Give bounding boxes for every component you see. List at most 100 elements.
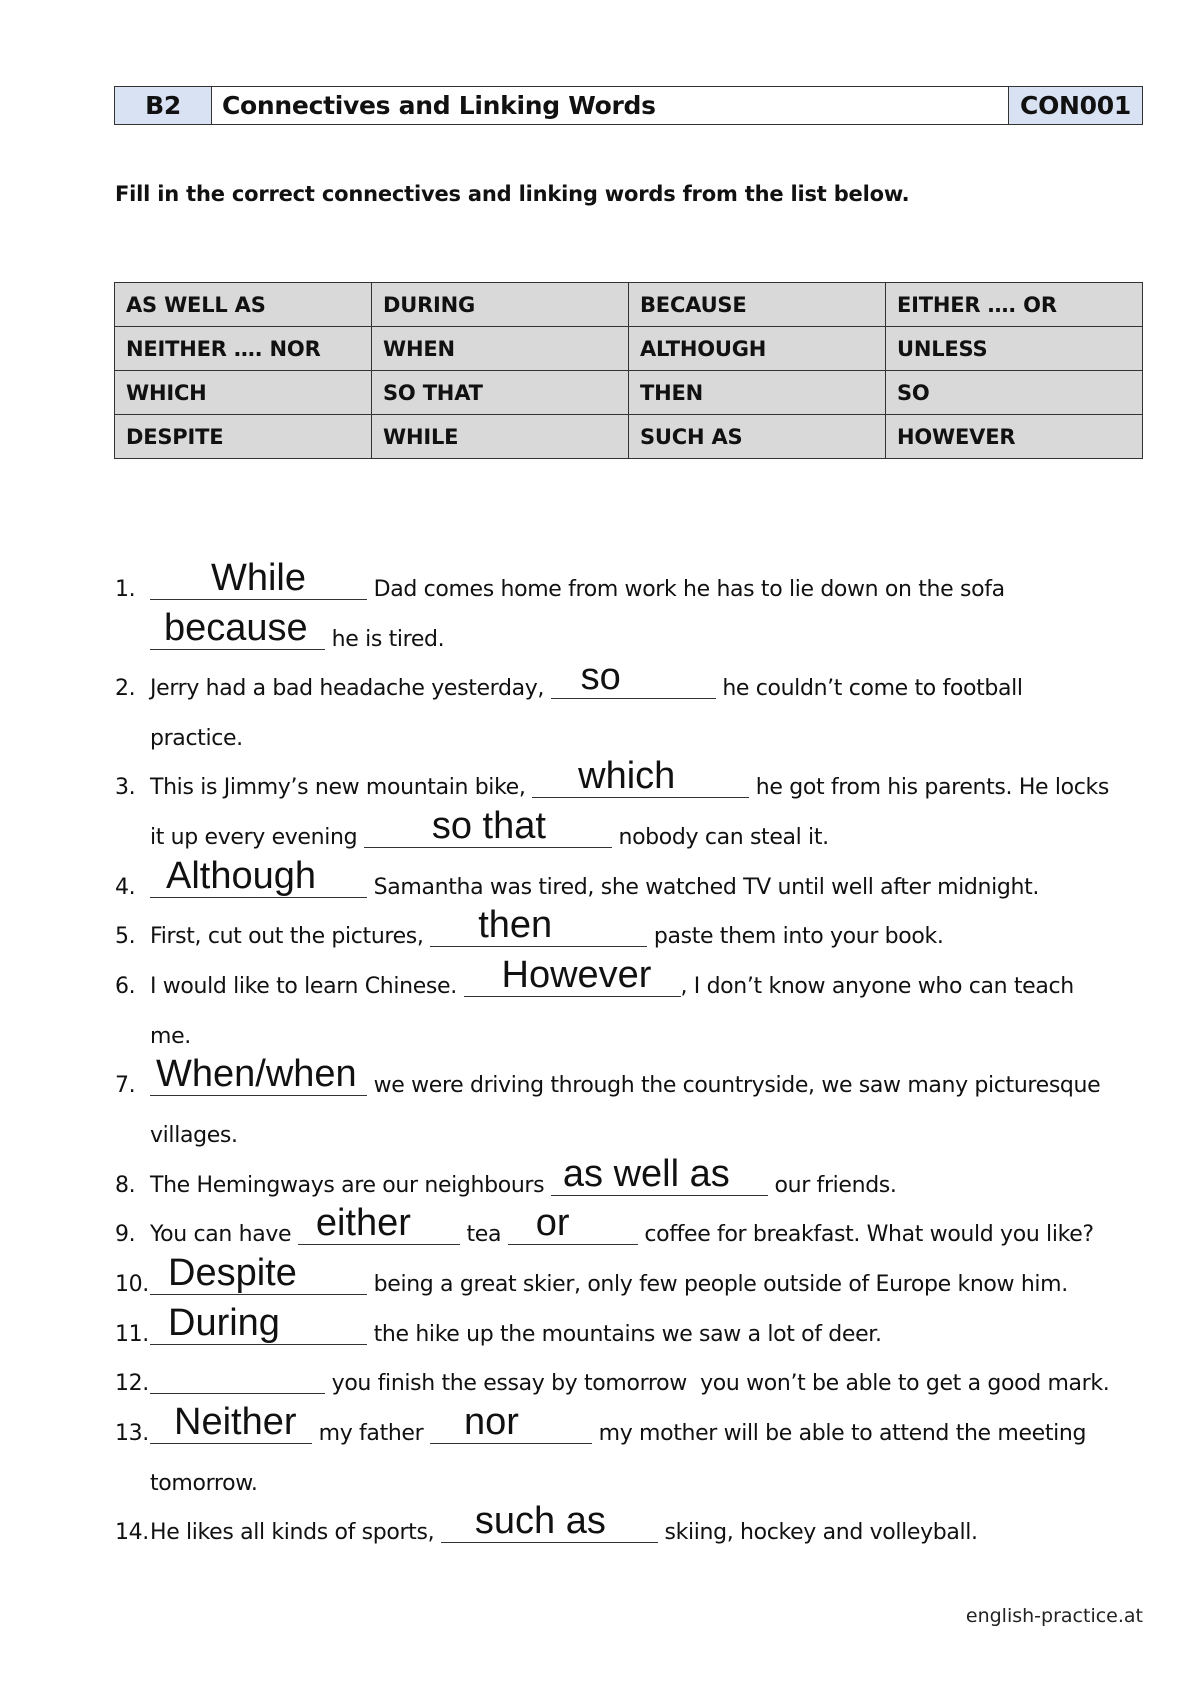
sentence-text: he got from his parents. He locks — [749, 775, 1110, 800]
word-box-cell: AS WELL AS — [114, 282, 372, 327]
exercise-9: 9. You can have either tea or coffee for … — [115, 1204, 1094, 1255]
sentence-text: my father — [312, 1421, 430, 1446]
exercise-5: 5. First, cut out the pictures, then past… — [115, 906, 944, 957]
exercise-1: 1. While Dad comes home from work he has … — [115, 559, 1005, 610]
answer-blank[interactable]: such as — [440, 1502, 658, 1543]
exercise-number: 10. — [115, 1272, 149, 1297]
instructions: Fill in the correct connectives and link… — [115, 182, 910, 206]
exercise-2: 2. Jerry had a bad headache yesterday, so… — [115, 658, 1023, 709]
filled-answer: Neither — [174, 1401, 297, 1443]
filled-answer: Despite — [168, 1252, 297, 1294]
answer-blank[interactable]: When/when — [150, 1055, 367, 1096]
filled-answer: When/when — [156, 1053, 357, 1095]
word-box-row: DESPITE WHILE SUCH AS HOWEVER — [114, 414, 1143, 459]
word-box-cell: DESPITE — [114, 414, 372, 459]
sentence-text: First, cut out the pictures, — [150, 924, 431, 949]
exercise-3: 3. This is Jimmy’s new mountain bike, whi… — [115, 757, 1110, 808]
filled-answer: such as — [474, 1500, 606, 1542]
word-box-cell: SO THAT — [371, 370, 629, 415]
sentence-text: it up every evening — [150, 825, 364, 850]
filled-answer: However — [501, 954, 652, 996]
answer-blank[interactable]: either — [297, 1204, 460, 1245]
sentence-text: me. — [150, 1024, 191, 1049]
sentence-text: our friends. — [767, 1173, 897, 1198]
exercise-number: 6. — [115, 974, 136, 999]
answer-blank[interactable]: nor — [429, 1403, 592, 1444]
sentence-text: we were driving through the countryside,… — [367, 1073, 1101, 1098]
exercise-number: 4. — [115, 875, 136, 900]
sentence-text: tea — [459, 1222, 508, 1247]
sentence-text: He likes all kinds of sports, — [150, 1520, 441, 1545]
worksheet-code: CON001 — [1008, 87, 1142, 124]
sentence-text: he couldn’t come to football — [715, 676, 1023, 701]
word-box-cell: ALTHOUGH — [628, 326, 886, 371]
sentence-text: tomorrow. — [150, 1471, 258, 1496]
answer-blank[interactable]: so that — [363, 807, 612, 848]
sentence-text: Jerry had a bad headache yesterday, — [150, 676, 551, 701]
word-box-cell: SO — [885, 370, 1143, 415]
sentence-text: skiing, hockey and volleyball. — [657, 1520, 978, 1545]
word-box-cell: HOWEVER — [885, 414, 1143, 459]
exercise-12: 12. you finish the essay by tomorrow you… — [115, 1364, 1110, 1404]
level-badge: B2 — [115, 87, 212, 124]
sentence-text: practice. — [150, 726, 243, 751]
answer-blank[interactable]: then — [430, 906, 648, 947]
sentence-text: my mother will be able to attend the mee… — [591, 1421, 1087, 1446]
word-box-cell: WHILE — [371, 414, 629, 459]
sentence-text: The Hemingways are our neighbours — [150, 1173, 551, 1198]
filled-answer: either — [315, 1202, 411, 1244]
sentence-text: being a great skier, only few people out… — [367, 1272, 1069, 1297]
exercise-13-continued: tomorrow. — [115, 1464, 258, 1504]
answer-blank[interactable]: so — [550, 658, 716, 699]
footer-site: english-practice.at — [965, 1605, 1143, 1627]
answer-blank[interactable]: as well as — [550, 1155, 768, 1196]
filled-answer: which — [578, 755, 676, 797]
answer-blank[interactable] — [150, 1365, 325, 1394]
worksheet-title: Connectives and Linking Words — [212, 87, 1008, 124]
exercise-number: 5. — [115, 924, 136, 949]
answer-blank[interactable]: While — [150, 559, 367, 600]
exercise-8: 8. The Hemingways are our neighbours as w… — [115, 1155, 897, 1206]
filled-answer: then — [478, 904, 553, 946]
exercise-6: 6. I would like to learn Chinese. However… — [115, 956, 1075, 1007]
sentence-text: coffee for breakfast. What would you lik… — [637, 1222, 1094, 1247]
filled-answer: nor — [463, 1401, 519, 1443]
exercise-number: 7. — [115, 1073, 136, 1098]
sentence-text: he is tired. — [325, 627, 445, 652]
answer-blank[interactable]: However — [463, 956, 681, 997]
sentence-text: Samantha was tired, she watched TV until… — [367, 875, 1040, 900]
answer-blank[interactable]: During — [150, 1304, 367, 1345]
word-box-cell: THEN — [628, 370, 886, 415]
filled-answer: or — [535, 1202, 570, 1244]
exercise-7-continued: villages. — [115, 1116, 238, 1156]
sentence-text: This is Jimmy’s new mountain bike, — [150, 775, 533, 800]
word-box-cell: DURING — [371, 282, 629, 327]
exercise-number: 9. — [115, 1222, 136, 1247]
exercise-number: 2. — [115, 676, 136, 701]
answer-blank[interactable]: or — [507, 1204, 638, 1245]
exercise-3-continued: it up every evening so that nobody can s… — [115, 807, 829, 858]
filled-answer: While — [210, 557, 307, 599]
word-box-cell: EITHER …. OR — [885, 282, 1143, 327]
answer-blank[interactable]: which — [532, 757, 750, 798]
exercise-7: 7. When/when we were driving through the … — [115, 1055, 1101, 1106]
exercise-10: 10. Despite being a great skier, only few… — [115, 1254, 1069, 1305]
exercise-number: 14. — [115, 1520, 149, 1545]
answer-blank[interactable]: Although — [150, 857, 367, 898]
sentence-text: , I don’t know anyone who can teach — [680, 974, 1075, 999]
answer-blank[interactable]: because — [150, 609, 325, 650]
exercise-number: 11. — [115, 1322, 149, 1347]
sentence-text: You can have — [150, 1222, 298, 1247]
answer-blank[interactable]: Despite — [150, 1254, 367, 1295]
word-box: AS WELL AS DURING BECAUSE EITHER …. OR N… — [114, 282, 1143, 459]
exercise-11: 11. During the hike up the mountains we s… — [115, 1304, 882, 1355]
sentence-text: the hike up the mountains we saw a lot o… — [367, 1322, 882, 1347]
answer-blank[interactable]: Neither — [150, 1403, 312, 1444]
sentence-text: you finish the essay by tomorrow you won… — [325, 1371, 1110, 1396]
filled-answer: because — [164, 607, 308, 649]
word-box-cell: WHICH — [114, 370, 372, 415]
filled-answer: Although — [166, 855, 317, 897]
exercise-2-continued: practice. — [115, 719, 243, 759]
exercise-number: 13. — [115, 1421, 149, 1446]
sentence-text: nobody can steal it. — [611, 825, 829, 850]
